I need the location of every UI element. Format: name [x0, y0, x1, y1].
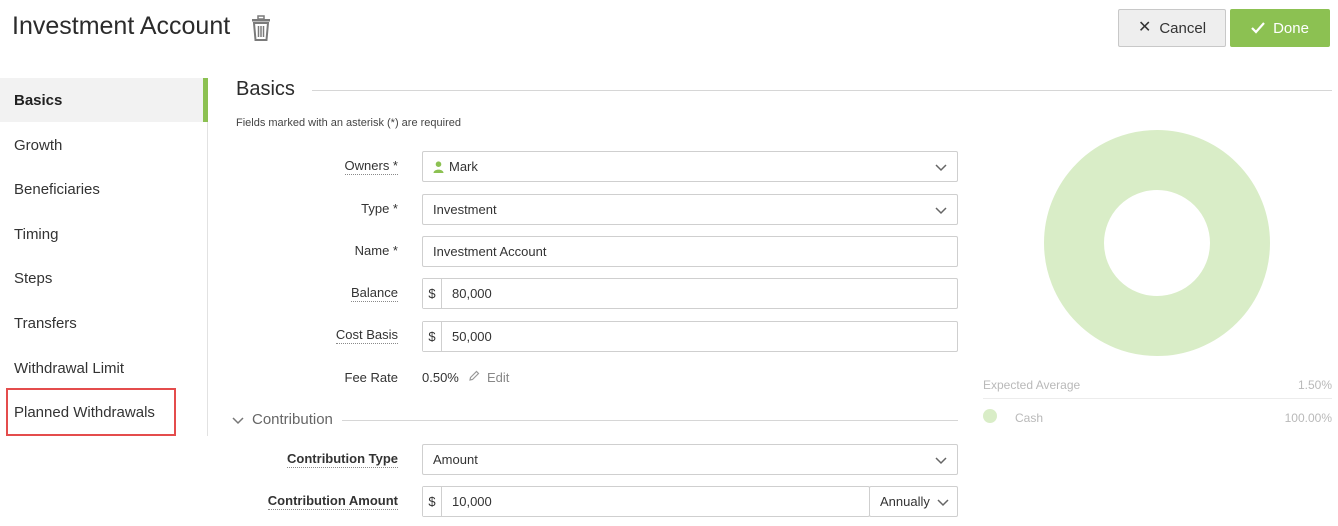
contribution-type-label: Contribution Type [287, 451, 398, 468]
contribution-title: Contribution [252, 411, 333, 428]
expected-average-label: Expected Average [983, 378, 1081, 392]
page-title: Investment Account [12, 12, 231, 40]
chevron-down-icon [937, 499, 949, 507]
cost-basis-value: 50,000 [452, 329, 492, 344]
sidebar-item-transfers[interactable]: Transfers [0, 301, 207, 345]
chevron-down-icon [935, 164, 947, 172]
owners-value: Mark [449, 159, 478, 174]
contribution-frequency-value: Annually [880, 494, 930, 509]
name-label: Name * [354, 243, 398, 258]
chevron-down-icon [232, 416, 244, 424]
pencil-icon[interactable] [468, 370, 480, 382]
close-icon: ✕ [1137, 19, 1152, 36]
done-button[interactable]: Done [1230, 9, 1330, 47]
type-value: Investment [433, 202, 497, 217]
name-field[interactable]: Investment Account [422, 236, 958, 267]
sidebar-item-label: Basics [14, 91, 63, 109]
contribution-amount-field[interactable]: $ 10,000 [422, 486, 870, 517]
sidebar-item-timing[interactable]: Timing [0, 212, 207, 256]
contribution-amount-value: 10,000 [452, 494, 492, 509]
trash-icon[interactable] [250, 14, 272, 42]
fee-rate-value: 0.50% [422, 370, 459, 385]
sidebar-item-label: Transfers [14, 314, 77, 332]
required-note: Fields marked with an asterisk (*) are r… [236, 117, 461, 129]
owners-label: Owners * [344, 158, 398, 175]
contribution-amount-label: Contribution Amount [267, 493, 398, 510]
contribution-type-select[interactable]: Amount [422, 444, 958, 475]
balance-field[interactable]: $ 80,000 [422, 278, 958, 309]
person-icon [433, 160, 444, 173]
legend-percent-cash: 100.00% [1284, 411, 1332, 425]
currency-prefix: $ [423, 322, 442, 351]
name-value: Investment Account [433, 244, 547, 259]
balance-value: 80,000 [452, 286, 492, 301]
sidebar-item-label: Planned Withdrawals [14, 403, 155, 421]
legend-divider [983, 398, 1332, 399]
cancel-button[interactable]: ✕ Cancel [1118, 9, 1226, 47]
legend-swatch-cash [983, 409, 997, 423]
owners-select[interactable]: Mark [422, 151, 958, 182]
contribution-toggle[interactable]: Contribution [232, 411, 333, 428]
cancel-button-label: Cancel [1159, 19, 1207, 37]
currency-prefix: $ [423, 279, 442, 308]
contribution-frequency-select[interactable]: Annually [869, 486, 958, 517]
sidebar-item-label: Withdrawal Limit [14, 359, 125, 377]
check-icon [1251, 22, 1265, 34]
expected-average-value: 1.50% [1297, 378, 1332, 392]
balance-label: Balance [351, 285, 398, 302]
sidebar-item-growth[interactable]: Growth [0, 123, 207, 167]
sidebar-item-label: Beneficiaries [14, 180, 100, 198]
sidebar-item-label: Steps [14, 269, 53, 287]
cost-basis-field[interactable]: $ 50,000 [422, 321, 958, 352]
sidebar-item-beneficiaries[interactable]: Beneficiaries [0, 167, 207, 211]
sidebar-item-steps[interactable]: Steps [0, 256, 207, 300]
fee-rate-label: Fee Rate [344, 370, 398, 385]
sidebar-item-label: Growth [14, 136, 63, 154]
contribution-divider [342, 420, 958, 421]
cost-basis-label: Cost Basis [335, 327, 398, 344]
type-label: Type * [361, 201, 398, 216]
sidebar-nav: Basics Growth Beneficiaries Timing Steps… [0, 78, 208, 436]
chevron-down-icon [935, 207, 947, 215]
allocation-donut-chart [1044, 130, 1270, 356]
donut-slice-cash [1044, 130, 1270, 356]
done-button-label: Done [1273, 19, 1309, 37]
section-title: Basics [236, 78, 295, 100]
sidebar-item-withdrawal-limit[interactable]: Withdrawal Limit [0, 346, 207, 390]
currency-prefix: $ [423, 487, 442, 516]
sidebar-item-label: Timing [14, 225, 59, 243]
sidebar-item-planned-withdrawals[interactable]: Planned Withdrawals [0, 390, 207, 434]
legend-label-cash: Cash [1015, 411, 1044, 425]
sidebar-item-basics[interactable]: Basics [0, 78, 208, 122]
expected-average-row: Expected Average 1.50% [983, 378, 1332, 392]
legend-row-cash: Cash 100.00% [1015, 411, 1332, 425]
fee-rate-edit-link[interactable]: Edit [487, 370, 509, 385]
section-divider [312, 90, 1332, 91]
type-select[interactable]: Investment [422, 194, 958, 225]
contribution-type-value: Amount [433, 452, 478, 467]
chevron-down-icon [935, 457, 947, 465]
